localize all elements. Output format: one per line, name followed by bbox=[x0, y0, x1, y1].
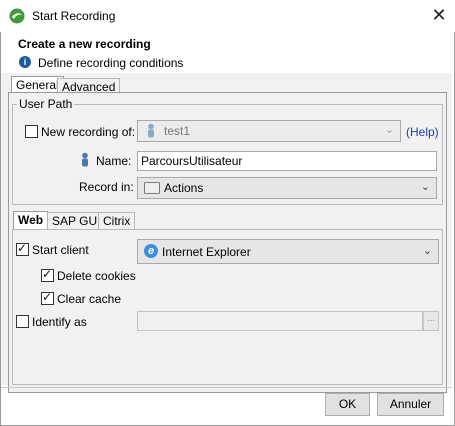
dialog-subtitle: Define recording conditions bbox=[38, 56, 184, 70]
dialog-heading: Create a new recording bbox=[18, 37, 151, 51]
help-link[interactable]: (Help) bbox=[406, 125, 439, 139]
identify-as-checkbox[interactable] bbox=[16, 315, 29, 328]
name-value: ParcoursUtilisateur bbox=[141, 154, 243, 168]
chevron-down-icon: ⌄ bbox=[420, 181, 430, 193]
tab-sap-gui[interactable]: SAP GUI bbox=[47, 212, 106, 230]
new-recording-combo: test1 ⌄ bbox=[137, 120, 401, 142]
ok-button[interactable]: OK bbox=[325, 393, 370, 416]
chevron-down-icon: ⌄ bbox=[384, 124, 394, 136]
user-icon bbox=[82, 152, 88, 167]
close-icon[interactable]: ✕ bbox=[428, 4, 450, 26]
info-icon: i bbox=[19, 56, 31, 68]
user-path-label: User Path bbox=[17, 97, 75, 111]
new-recording-label: New recording of: bbox=[41, 125, 136, 139]
clear-cache-label: Clear cache bbox=[57, 292, 122, 306]
record-in-label: Record in: bbox=[79, 180, 134, 194]
chevron-down-icon: ⌄ bbox=[422, 245, 432, 257]
cancel-button[interactable]: Annuler bbox=[377, 393, 444, 416]
name-field[interactable]: ParcoursUtilisateur bbox=[137, 151, 437, 171]
record-in-combo[interactable]: Actions ⌄ bbox=[137, 177, 437, 199]
identify-as-field bbox=[137, 311, 423, 331]
identify-as-label: Identify as bbox=[32, 315, 87, 329]
tab-citrix[interactable]: Citrix bbox=[98, 212, 136, 230]
footer-divider bbox=[1, 387, 452, 388]
delete-cookies-label: Delete cookies bbox=[57, 269, 136, 283]
window-title: Start Recording bbox=[32, 9, 116, 23]
browser-combo[interactable]: e Internet Explorer ⌄ bbox=[137, 239, 439, 264]
start-client-checkbox[interactable] bbox=[16, 241, 29, 256]
clear-cache-checkbox[interactable] bbox=[41, 290, 54, 305]
browse-button: ... bbox=[423, 311, 439, 331]
browser-value: Internet Explorer bbox=[162, 245, 251, 259]
name-label: Name: bbox=[96, 154, 132, 168]
new-recording-checkbox[interactable] bbox=[25, 125, 38, 138]
record-in-value: Actions bbox=[164, 181, 204, 195]
folder-icon bbox=[144, 182, 160, 194]
user-icon bbox=[148, 123, 154, 138]
delete-cookies-checkbox[interactable] bbox=[41, 267, 54, 282]
app-logo-icon bbox=[9, 8, 25, 24]
internet-explorer-icon: e bbox=[144, 244, 158, 258]
tab-web[interactable]: Web bbox=[13, 211, 49, 230]
start-client-label: Start client bbox=[32, 243, 89, 257]
new-recording-value: test1 bbox=[164, 124, 191, 138]
